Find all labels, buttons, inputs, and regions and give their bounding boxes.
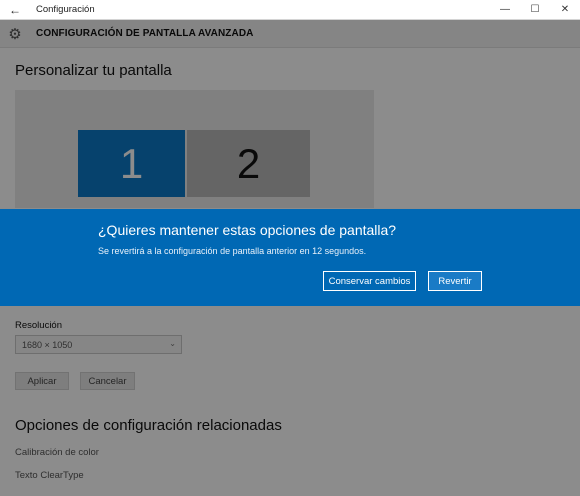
window-controls: — ☐ ✕ [490, 0, 580, 20]
back-arrow-icon: ← [9, 2, 21, 17]
keep-changes-button[interactable]: Conservar cambios [323, 271, 416, 291]
back-button[interactable]: ← [0, 0, 30, 20]
close-icon: ✕ [560, 4, 570, 15]
keep-display-settings-dialog: ¿Quieres mantener estas opciones de pant… [0, 209, 580, 306]
minimize-button[interactable]: — [490, 0, 520, 20]
title-bar: ← Configuración — ☐ ✕ [0, 0, 580, 20]
minimize-icon: — [500, 4, 510, 15]
dialog-title: ¿Quieres mantener estas opciones de pant… [98, 222, 397, 238]
dialog-message: Se revertirá a la configuración de panta… [98, 246, 367, 256]
maximize-button[interactable]: ☐ [520, 0, 550, 20]
window-title: Configuración [36, 4, 95, 15]
close-button[interactable]: ✕ [550, 0, 580, 20]
maximize-icon: ☐ [530, 4, 540, 15]
revert-button[interactable]: Revertir [428, 271, 482, 291]
